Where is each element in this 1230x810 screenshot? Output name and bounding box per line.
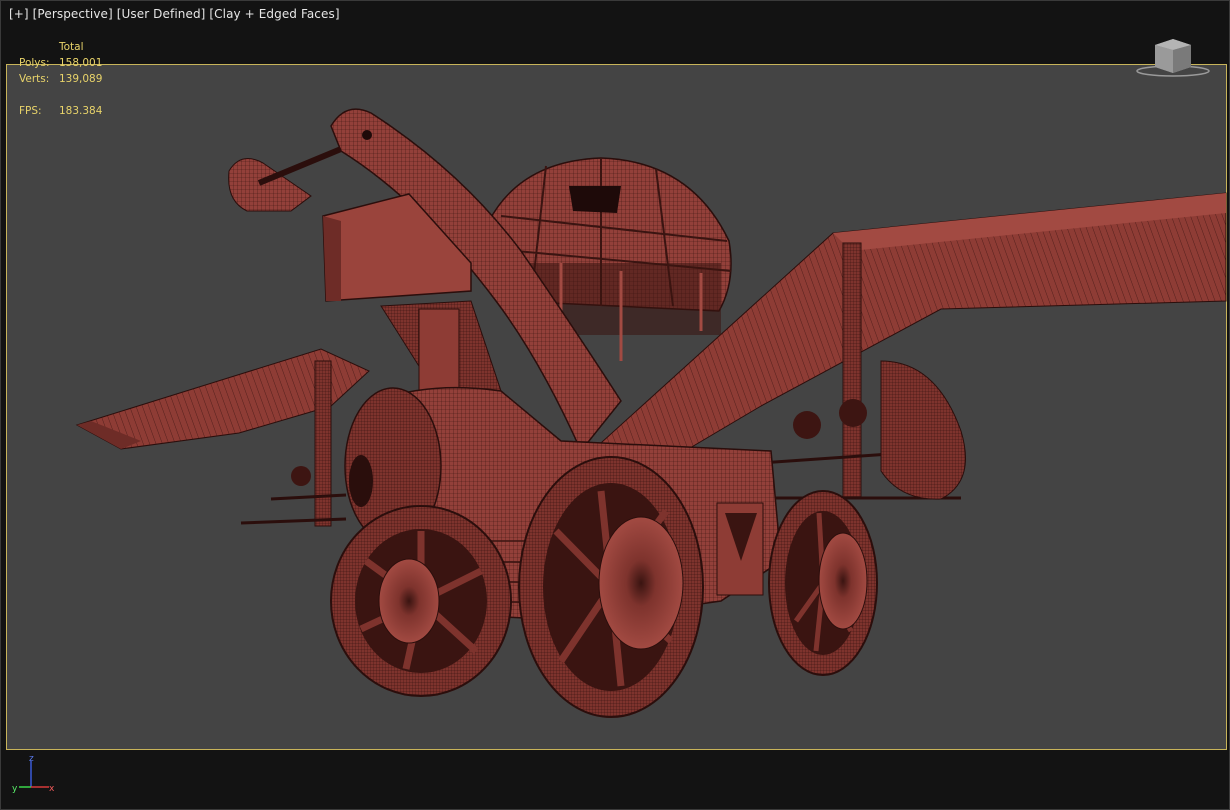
right-wheel — [768, 490, 878, 676]
polys-value: 158,001 — [59, 57, 103, 69]
stats-header: Total — [59, 41, 84, 53]
axis-y-label: y — [12, 784, 18, 794]
fps-value: 183.384 — [59, 105, 103, 117]
rear-left-wheel — [330, 505, 512, 697]
polys-label: Polys: — [19, 57, 50, 69]
perspective-viewport[interactable]: [+] [Perspective] [User Defined] [Clay +… — [0, 0, 1230, 810]
axis-tripod-icon: z x y — [12, 754, 55, 794]
statistics-overlay: Total Polys: 158,001 Verts: 139,089 FPS:… — [19, 39, 102, 119]
verts-value: 139,089 — [59, 73, 103, 85]
front-wheel — [518, 456, 704, 718]
axis-x-label: x — [49, 784, 55, 794]
left-wing — [75, 348, 370, 527]
model-render[interactable] — [1, 1, 1230, 810]
axis-z-label: z — [29, 754, 34, 764]
fps-label: FPS: — [19, 105, 42, 117]
verts-label: Verts: — [19, 73, 50, 85]
viewport-window: [+] [Perspective] [User Defined] [Clay +… — [0, 0, 1230, 810]
viewcube-icon[interactable] — [1135, 37, 1211, 79]
